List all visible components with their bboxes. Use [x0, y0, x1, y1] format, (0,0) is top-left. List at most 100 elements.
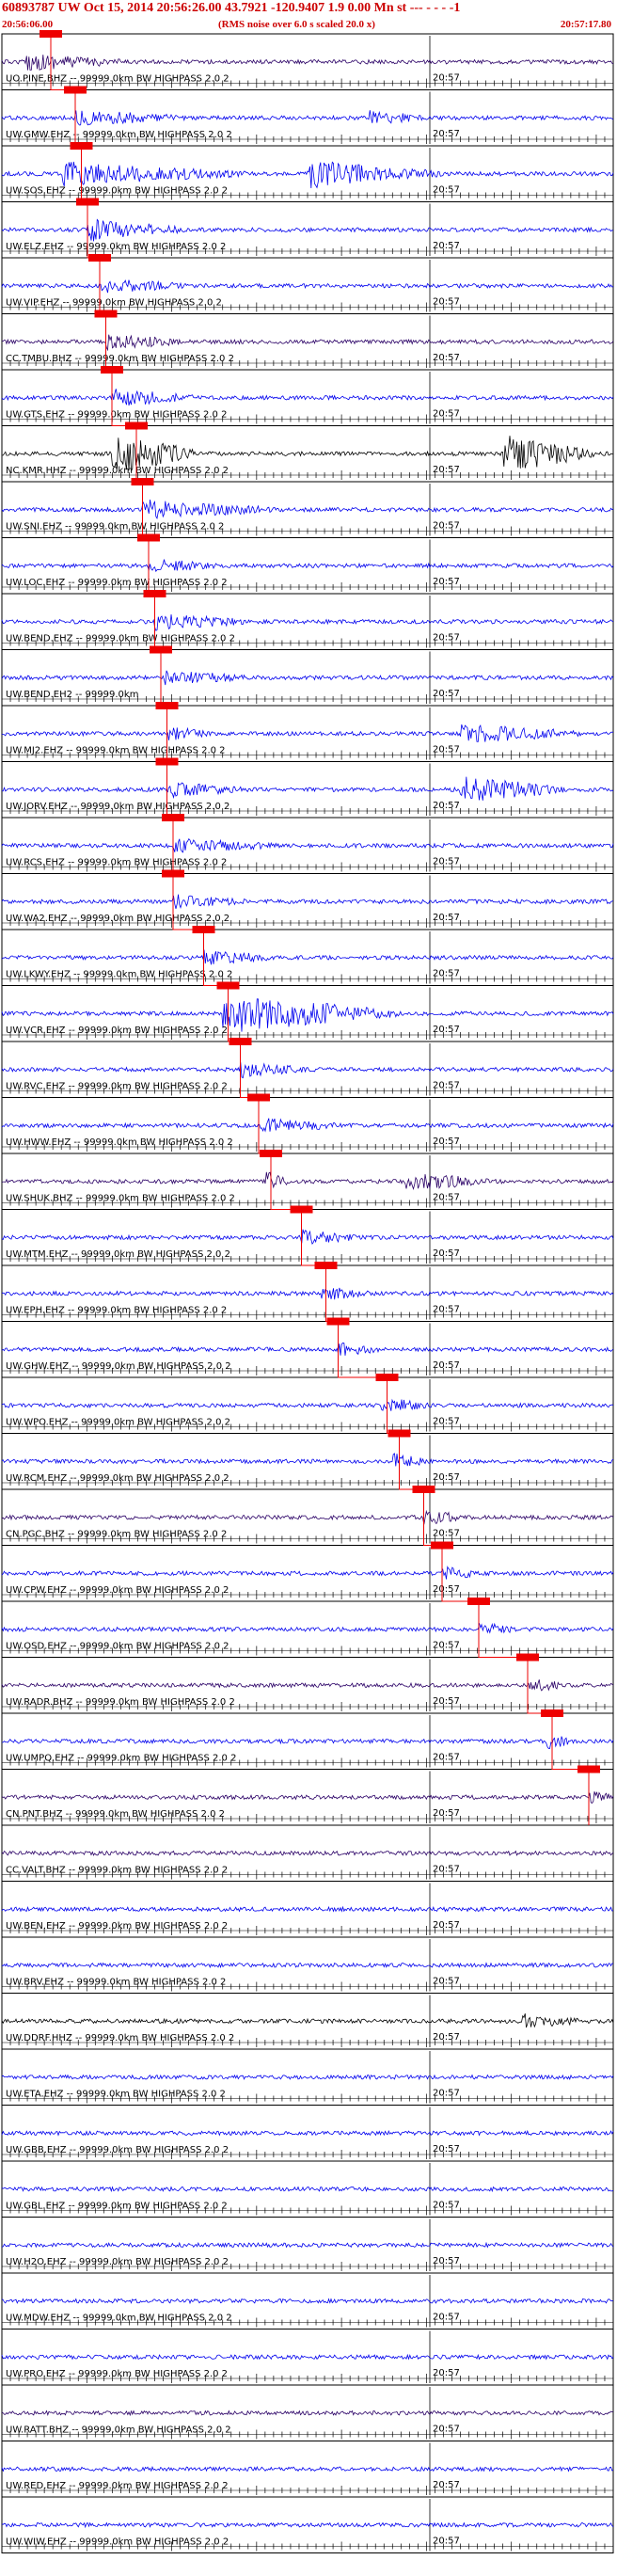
- channel-label: CC.VALT.BHZ -- 99999.0km BW HIGHPASS 2.0…: [6, 1866, 228, 1876]
- minute-mark-label: 20:57: [433, 1641, 460, 1651]
- seismogram-plot: 20:57 UO.PINE.BHZ -- 99999.0km BW HIGHPAS…: [1, 30, 614, 2553]
- waveform-trace: [1, 389, 614, 406]
- minute-mark-label: 20:57: [433, 1081, 460, 1091]
- channel-label: UW.EPH.EHZ -- 99999.0km BW HIGHPASS 2.0 …: [6, 1306, 227, 1316]
- minute-mark-label: 20:57: [433, 2089, 460, 2099]
- waveform-trace: [1, 776, 614, 801]
- channel-row: 20:57 UW.BEND.EH2 -- 99999.0km: [1, 645, 614, 706]
- waveform-trace: [1, 614, 614, 631]
- waveform-trace: [1, 1622, 614, 1634]
- minute-mark-label: 20:57: [433, 913, 460, 923]
- channel-row: 20:57 UW.MDW.EHZ -- 99999.0km BW HIGHPASS…: [1, 2272, 614, 2328]
- waveform-trace: [1, 1905, 614, 1913]
- waveform-trace: [1, 2241, 614, 2249]
- channel-row: 20:57 CC.VALT.BHZ -- 99999.0km BW HIGHPAS…: [1, 1824, 614, 1880]
- minute-mark-label: 20:57: [433, 1696, 460, 1707]
- channel-row: 20:57 UW.RATT.BHZ -- 99999.0km BW HIGHPAS…: [1, 2384, 614, 2440]
- minute-mark-label: 20:57: [433, 1360, 460, 1371]
- minute-mark-label: 20:57: [433, 2144, 460, 2155]
- channel-row: 20:57 UW.RADR.BHZ -- 99999.0km BW HIGHPAS…: [1, 1653, 614, 1713]
- minute-mark-label: 20:57: [433, 1808, 460, 1819]
- waveform-trace: [1, 1509, 614, 1525]
- minute-mark-label: 20:57: [433, 2425, 460, 2435]
- minute-mark-label: 20:57: [433, 1417, 460, 1427]
- minute-mark-label: 20:57: [433, 2480, 460, 2490]
- channel-label: UW.VIP.EHZ -- 99999.0km BW HIGHPASS 2.0 …: [6, 298, 222, 309]
- minute-mark-label: 20:57: [433, 969, 460, 979]
- channel-row: 20:57 UW.ELZ.EHZ -- 99999.0km BW HIGHPASS…: [1, 198, 614, 258]
- minute-mark-label: 20:57: [433, 465, 460, 475]
- channel-row: 20:57 UW.GBL.EHZ -- 99999.0km BW HIGHPASS…: [1, 2160, 614, 2216]
- channel-label: UW.WA2.EHZ -- 99999.0km BW HIGHPASS 2.0 …: [6, 914, 229, 924]
- waveform-trace: [1, 334, 614, 352]
- minute-mark-label: 20:57: [433, 1753, 460, 1763]
- minute-mark-label: 20:57: [433, 129, 460, 139]
- waveform-trace: [1, 1679, 614, 1692]
- waveform-trace: [1, 949, 614, 965]
- channel-label: UW.GBL.EHZ -- 99999.0km BW HIGHPASS 2.0 …: [6, 2202, 228, 2212]
- channel-label: UW.BRV.EHZ -- 99999.0km BW HIGHPASS 2.0 …: [6, 1978, 226, 1988]
- waveform-trace: [1, 2129, 614, 2137]
- channel-label: UW.GTS.EHZ -- 99999.0km BW HIGHPASS 2.0 …: [6, 410, 227, 421]
- minute-mark-label: 20:57: [433, 297, 460, 308]
- channel-label: UW.WPO.EHZ -- 99999.0km BW HIGHPASS 2.0 …: [6, 1418, 230, 1428]
- minute-mark-label: 20:57: [433, 1025, 460, 1035]
- waveform-trace: [1, 161, 614, 189]
- channel-row: 20:57 UW.DDRF.HHZ -- 99999.0km BW HIGHPAS…: [1, 1993, 614, 2047]
- waveform-trace: [1, 2409, 614, 2417]
- waveform-trace: [1, 1118, 614, 1133]
- channel-label: UW.BEND.EH2 -- 99999.0km: [6, 690, 138, 700]
- channel-label: UW.UMPQ.EHZ -- 99999.0km BW HIGHPASS 2.0…: [6, 1754, 236, 1764]
- channel-row: 20:57 UW.LKWY.EHZ -- 99999.0km BW HIGHPAS…: [1, 926, 614, 986]
- channel-row: 20:57 UW.RED.EHZ -- 99999.0km BW HIGHPASS…: [1, 2441, 614, 2495]
- minute-mark-label: 20:57: [433, 73, 460, 84]
- channel-label: UW.MDW.EHZ -- 99999.0km BW HIGHPASS 2.0 …: [6, 2314, 232, 2324]
- waveform-trace: [1, 110, 614, 126]
- waveform-trace: [1, 670, 614, 686]
- channel-label: UW.CPW.EHZ -- 99999.0km BW HIGHPASS 2.0 …: [6, 1585, 229, 1596]
- channel-row: 20:57 UW.RCS.EHZ -- 99999.0km BW HIGHPASS…: [1, 814, 614, 874]
- waveform-trace: [1, 2074, 614, 2081]
- minute-mark-label: 20:57: [433, 2313, 460, 2323]
- channel-label: UW.LKWY.EHZ -- 99999.0km BW HIGHPASS 2.0…: [6, 970, 232, 980]
- channel-row: 20:57 UW.MJ2.EHZ -- 99999.0km BW HIGHPASS…: [1, 702, 614, 762]
- minute-mark-label: 20:57: [433, 2368, 460, 2378]
- channel-row: 20:57 CN.PNT.BHZ -- 99999.0km BW HIGHPASS…: [1, 1765, 614, 1825]
- channel-row: 20:57 UW.GTS.EHZ -- 99999.0km BW HIGHPASS…: [1, 366, 614, 426]
- channel-label: UW.GMW.EHZ -- 99999.0km BW HIGHPASS 2.0 …: [6, 130, 232, 140]
- channel-label: UW.SOS.EHZ -- 99999.0km BW HIGHPASS 2.0 …: [6, 186, 228, 197]
- waveform-trace: [1, 894, 614, 909]
- channel-row: 20:57 UW.H2O.EHZ -- 99999.0km BW HIGHPASS…: [1, 2217, 614, 2271]
- channel-label: UW.SNI.EHZ -- 99999.0km BW HIGHPASS 2.0 …: [6, 522, 224, 533]
- waveform-trace: [1, 1736, 614, 1749]
- minute-mark-label: 20:57: [433, 633, 460, 644]
- channel-label: UW.RCM.EHZ -- 99999.0km BW HIGHPASS 2.0 …: [6, 1473, 229, 1484]
- waveform-trace: [1, 1791, 614, 1805]
- channel-label: UW.RVC.EHZ -- 99999.0km BW HIGHPASS 2.0 …: [6, 1082, 228, 1092]
- waveform-trace: [1, 279, 614, 294]
- waveform-trace: [1, 2353, 614, 2361]
- channel-row: 20:57 UW.BEND.EHZ -- 99999.0km BW HIGHPAS…: [1, 590, 614, 650]
- channel-label: UW.ELZ.EHZ -- 99999.0km BW HIGHPASS 2.0 …: [6, 242, 226, 252]
- waveform-trace: [1, 559, 614, 573]
- channel-label: UW.GBB.EHZ -- 99999.0km BW HIGHPASS 2.0 …: [6, 2145, 229, 2155]
- channel-label: UW.WIW.EHZ -- 99999.0km BW HIGHPASS 2.0 …: [6, 2537, 229, 2548]
- channel-row: 20:57 UW.GMW.EHZ -- 99999.0km BW HIGHPASS…: [1, 86, 614, 146]
- minute-mark-label: 20:57: [433, 2032, 460, 2043]
- minute-mark-label: 20:57: [433, 2256, 460, 2266]
- channel-row: 20:57 UW.EPH.EHZ -- 99999.0km BW HIGHPASS…: [1, 1262, 614, 1322]
- channel-row: 20:57 NC.KMR.HHZ -- 99999.0km BW HIGHPASS…: [1, 421, 614, 482]
- channel-label: UW.GHW.EHZ -- 99999.0km BW HIGHPASS 2.0 …: [6, 1361, 231, 1372]
- channel-row: 20:57 UW.VCR.EHZ -- 99999.0km BW HIGHPASS…: [1, 981, 614, 1042]
- channel-row: 20:57 CN.PGC.BHZ -- 99999.0km BW HIGHPASS…: [1, 1486, 614, 1546]
- channel-row: 20:57 UW.GHW.EHZ -- 99999.0km BW HIGHPASS…: [1, 1317, 614, 1377]
- minute-mark-label: 20:57: [433, 2201, 460, 2211]
- waveform-trace: [1, 1062, 614, 1079]
- minute-mark-label: 20:57: [433, 1137, 460, 1147]
- channel-row: 20:57 UW.UMPQ.EHZ -- 99999.0km BW HIGHPAS…: [1, 1709, 614, 1770]
- channel-row: 20:57 UW.WA2.EHZ -- 99999.0km BW HIGHPASS…: [1, 869, 614, 930]
- channel-label: CC.TMBU.BHZ -- 99999.0km BW HIGHPASS 2.0…: [6, 354, 234, 364]
- channel-row: 20:57 UW.SNI.EHZ -- 99999.0km BW HIGHPASS…: [1, 478, 614, 538]
- minute-mark-label: 20:57: [433, 1472, 460, 1483]
- channel-label: UW.VCR.EHZ -- 99999.0km BW HIGHPASS 2.0 …: [6, 1026, 228, 1036]
